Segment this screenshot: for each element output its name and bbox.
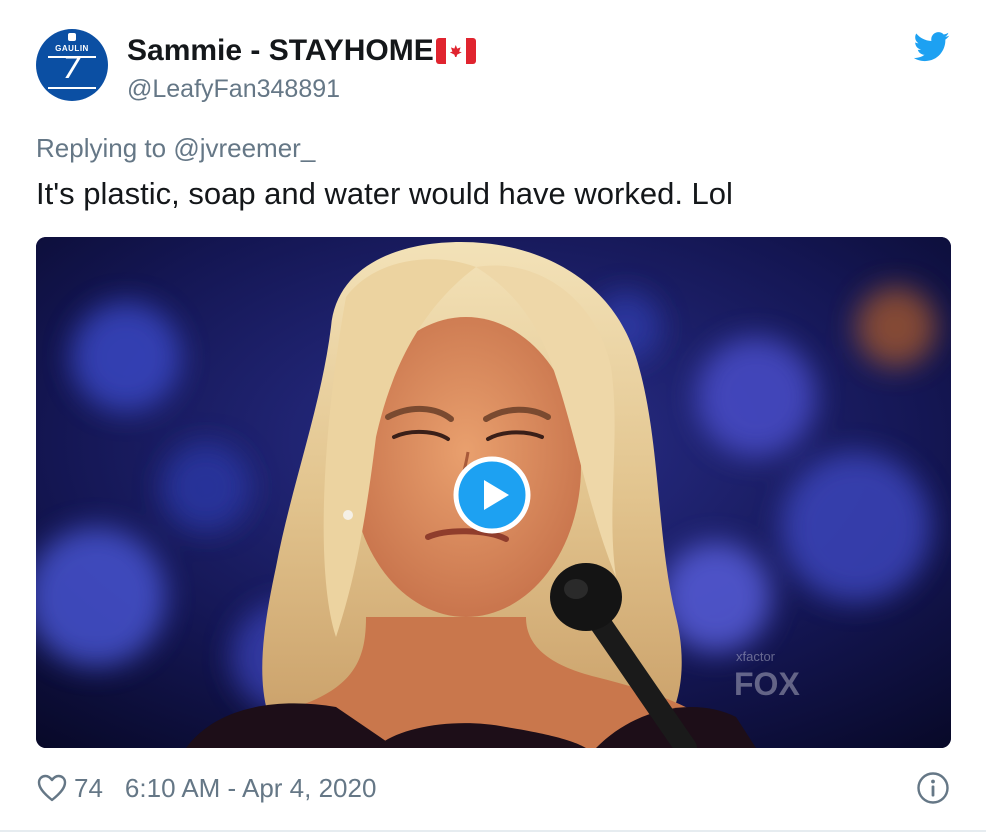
tweet-footer: 74 6:10 AM - Apr 4, 2020: [36, 770, 376, 806]
heart-icon[interactable]: [36, 773, 68, 803]
info-icon[interactable]: [916, 771, 950, 805]
watermark-xfactor: xfactor: [736, 649, 776, 664]
avatar-jersey-number: 7: [62, 51, 82, 86]
author-name-text: Sammie - STAYHOME: [127, 34, 434, 67]
avatar-stripe: [48, 87, 96, 89]
replying-prefix: Replying to: [36, 133, 167, 163]
author-display-name[interactable]: Sammie - STAYHOME: [127, 34, 476, 68]
replying-to: Replying to @jvreemer_: [36, 133, 315, 164]
canada-flag-icon: [435, 38, 476, 64]
avatar[interactable]: GAULIN 7: [36, 29, 108, 101]
tweet-text: It's plastic, soap and water would have …: [36, 176, 733, 211]
author-handle[interactable]: @LeafyFan348891: [127, 75, 340, 104]
like-count[interactable]: 74: [74, 773, 103, 804]
watermark-fox: FOX: [734, 666, 800, 702]
twitter-bird-icon[interactable]: [914, 32, 950, 62]
play-icon[interactable]: [453, 456, 531, 534]
reply-mention-link[interactable]: @jvreemer_: [173, 133, 315, 163]
tweet-card: GAULIN 7 Sammie - STAYHOME @LeafyFan3488…: [0, 0, 986, 832]
team-crest-icon: [68, 33, 76, 41]
tweet-timestamp[interactable]: 6:10 AM - Apr 4, 2020: [125, 773, 377, 804]
